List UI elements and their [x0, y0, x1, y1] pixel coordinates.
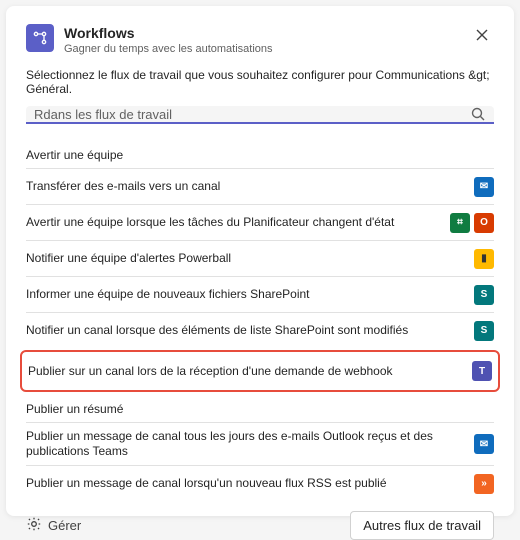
- search-icon: [470, 106, 486, 122]
- workflow-item-icons: ⌗O: [450, 213, 494, 233]
- workflow-item-icons: ✉: [474, 177, 494, 197]
- workflow-item-label: Avertir une équipe lorsque les tâches du…: [26, 215, 442, 230]
- more-workflows-button[interactable]: Autres flux de travail: [350, 511, 494, 540]
- workflow-item-label: Notifier une équipe d'alertes Powerball: [26, 251, 466, 266]
- intro-text: Sélectionnez le flux de travail que vous…: [26, 68, 494, 96]
- manage-button[interactable]: Gérer: [26, 516, 81, 535]
- panel-header: Workflows Gagner du temps avec les autom…: [26, 24, 494, 56]
- workflow-item[interactable]: Notifier un canal lorsque des éléments d…: [26, 312, 494, 348]
- workflow-item-label: Publier un message de canal tous les jou…: [26, 429, 466, 459]
- highlighted-workflow: Publier sur un canal lors de la réceptio…: [20, 350, 500, 392]
- outlook-icon: ✉: [474, 434, 494, 454]
- workflow-item[interactable]: Transférer des e-mails vers un canal ✉: [26, 168, 494, 204]
- workflow-item[interactable]: Notifier une équipe d'alertes Powerball ▮: [26, 240, 494, 276]
- workflow-item-icons: »: [474, 474, 494, 494]
- rss-icon: »: [474, 474, 494, 494]
- office-icon: O: [474, 213, 494, 233]
- header-text: Workflows Gagner du temps avec les autom…: [64, 24, 460, 56]
- planner-icon: ⌗: [450, 213, 470, 233]
- panel-subtitle: Gagner du temps avec les automatisations: [64, 42, 460, 56]
- workflow-item-label: Transférer des e-mails vers un canal: [26, 179, 466, 194]
- workflow-item[interactable]: Publier sur un canal lors de la réceptio…: [28, 356, 492, 386]
- panel-footer: Gérer Autres flux de travail: [26, 501, 494, 540]
- powerbi-icon: ▮: [474, 249, 494, 269]
- workflow-item-label: Notifier un canal lorsque des éléments d…: [26, 323, 466, 338]
- workflow-item-icons: T: [472, 361, 492, 381]
- workflow-item-icons: S: [474, 285, 494, 305]
- close-button[interactable]: [470, 24, 494, 48]
- workflows-app-icon: [26, 24, 54, 52]
- teams-icon: T: [472, 361, 492, 381]
- workflow-item-icons: ▮: [474, 249, 494, 269]
- panel-title: Workflows: [64, 24, 460, 42]
- close-icon: [475, 28, 489, 45]
- workflow-item[interactable]: Publier un message de canal tous les jou…: [26, 422, 494, 465]
- outlook-icon: ✉: [474, 177, 494, 197]
- manage-label: Gérer: [48, 518, 81, 533]
- sharepoint-icon: S: [474, 285, 494, 305]
- workflow-item[interactable]: Avertir une équipe lorsque les tâches du…: [26, 204, 494, 240]
- workflow-item-icons: ✉: [474, 434, 494, 454]
- group-title: Avertir une équipe: [26, 140, 494, 168]
- workflow-item-label: Publier un message de canal lorsqu'un no…: [26, 476, 466, 491]
- workflow-item[interactable]: Informer une équipe de nouveaux fichiers…: [26, 276, 494, 312]
- workflow-groups: Avertir une équipeTransférer des e-mails…: [26, 140, 494, 501]
- workflow-item-icons: S: [474, 321, 494, 341]
- search-input[interactable]: [34, 107, 470, 122]
- workflows-panel: Workflows Gagner du temps avec les autom…: [6, 6, 514, 516]
- gear-icon: [26, 516, 42, 535]
- sharepoint-icon: S: [474, 321, 494, 341]
- workflow-item-label: Informer une équipe de nouveaux fichiers…: [26, 287, 466, 302]
- search-field[interactable]: [26, 106, 494, 124]
- workflow-item-label: Publier sur un canal lors de la réceptio…: [28, 364, 464, 379]
- workflow-item[interactable]: Publier un message de canal lorsqu'un no…: [26, 465, 494, 501]
- group-title: Publier un résumé: [26, 394, 494, 422]
